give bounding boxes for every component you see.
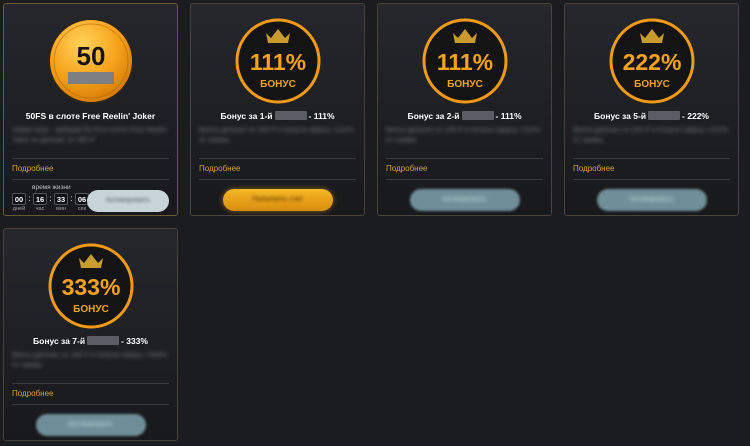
timer-seconds-unit: сек bbox=[77, 206, 87, 212]
card-description: Внеси депозит от 100 Р и получи сверху +… bbox=[12, 352, 168, 369]
card-title: Бонус за 7-й - 333% bbox=[33, 336, 148, 346]
divider bbox=[386, 179, 543, 180]
activate-button[interactable]: Активировать bbox=[87, 190, 169, 212]
card-description: Новая игра - забирай 50 FS в слоте Free … bbox=[12, 127, 168, 144]
divider bbox=[12, 158, 169, 159]
divider bbox=[199, 158, 356, 159]
activate-button[interactable]: Активировать bbox=[409, 189, 520, 211]
bonus-badge-333: 333% БОНУС bbox=[46, 241, 136, 331]
timer-days-unit: дней bbox=[12, 206, 26, 212]
badge-caption: БОНУС bbox=[73, 304, 109, 315]
bonus-card-3: 111% БОНУС Бонус за 2-й - 111% Внеси депо… bbox=[377, 3, 552, 216]
badge-caption: БОНУС bbox=[634, 79, 670, 90]
masked-text bbox=[87, 336, 120, 345]
bonus-card-1: 50 50FS в слоте Free Reelin' Joker Новая… bbox=[3, 3, 178, 216]
badge-value: 111% bbox=[249, 49, 305, 75]
masked-text bbox=[274, 111, 307, 120]
card-title: Бонус за 5-й - 222% bbox=[594, 111, 709, 121]
activate-button[interactable]: Активировать bbox=[35, 414, 146, 436]
divider bbox=[199, 179, 356, 180]
badge-value: 222% bbox=[622, 49, 681, 75]
more-link[interactable]: Подробнее bbox=[573, 164, 615, 173]
card-title: Бонус за 2-й - 111% bbox=[407, 111, 522, 121]
divider bbox=[386, 158, 543, 159]
activate-button[interactable]: Активировать bbox=[596, 189, 707, 211]
card-description: Внеси депозит от 100 Р и получи сверху +… bbox=[199, 127, 353, 144]
divider bbox=[573, 179, 730, 180]
badge-caption: БОНУС bbox=[447, 79, 483, 90]
bonus-badge-50: 50 bbox=[46, 16, 136, 106]
divider bbox=[12, 179, 169, 180]
timer-label: время жизни bbox=[32, 184, 71, 191]
top-up-button[interactable]: Пополнить счет bbox=[222, 189, 333, 211]
more-link[interactable]: Подробнее bbox=[12, 389, 54, 398]
masked-text bbox=[648, 111, 681, 120]
timer-hours: 16 bbox=[33, 193, 47, 205]
bonus-card-4: 222% БОНУС Бонус за 5-й - 222% Внеси депо… bbox=[564, 3, 739, 216]
badge-value: 333% bbox=[61, 274, 120, 300]
badge-caption: БОНУС bbox=[260, 79, 296, 90]
bonus-badge-222: 222% БОНУС bbox=[607, 16, 697, 106]
bonus-badge-111: 111% БОНУС bbox=[420, 16, 510, 106]
divider bbox=[573, 158, 730, 159]
masked-text bbox=[461, 111, 494, 120]
card-description: Внеси депозит от 100 Р и получи сверху +… bbox=[386, 127, 540, 144]
card-title: Бонус за 1-й - 111% bbox=[220, 111, 335, 121]
timer-hours-unit: час bbox=[35, 206, 45, 212]
more-link[interactable]: Подробнее bbox=[12, 164, 54, 173]
more-link[interactable]: Подробнее bbox=[199, 164, 241, 173]
badge-value: 50 bbox=[76, 41, 105, 71]
card-description: Внеси депозит от 100 Р и получи сверху +… bbox=[573, 127, 729, 144]
bonus-card-2: 111% БОНУС Бонус за 1-й - 111% Внеси депо… bbox=[190, 3, 365, 216]
timer-days: 00 bbox=[12, 193, 26, 205]
timer-minutes: 33 bbox=[54, 193, 68, 205]
divider bbox=[12, 383, 169, 384]
card-title: 50FS в слоте Free Reelin' Joker bbox=[25, 111, 156, 121]
more-link[interactable]: Подробнее bbox=[386, 164, 428, 173]
bonus-card-5: 333% БОНУС Бонус за 7-й - 333% Внеси депо… bbox=[3, 228, 178, 441]
bonus-badge-111: 111% БОНУС bbox=[233, 16, 323, 106]
timer-minutes-unit: мин bbox=[56, 206, 66, 212]
divider bbox=[12, 404, 169, 405]
badge-value: 111% bbox=[436, 49, 492, 75]
